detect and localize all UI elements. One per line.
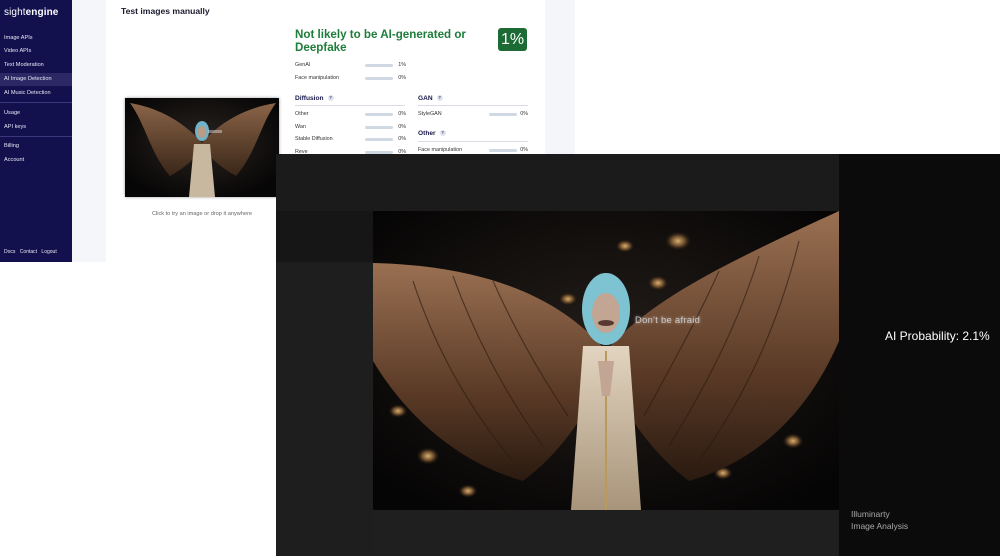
brand-light-text: sight — [4, 7, 26, 18]
row-label: Other — [295, 111, 309, 117]
overlay-bottom-band — [373, 510, 839, 556]
row-value: 0% — [398, 136, 406, 143]
diffusion-row: Other 0% — [295, 110, 407, 120]
contact-link[interactable]: Contact — [20, 249, 37, 255]
row-bar — [365, 64, 393, 67]
diffusion-row: Stable Diffusion 0% — [295, 135, 407, 145]
credit-brand: Illuminarty — [851, 509, 890, 519]
sidebar-item-ai-image-detection[interactable]: AI Image Detection — [0, 73, 72, 86]
analysis-credit: Illuminarty Image Analysis — [851, 509, 908, 532]
sidebar-item-text-moderation[interactable]: Text Moderation — [0, 59, 72, 72]
row-label: Wan — [295, 123, 306, 130]
sidebar: sightengine Image APIs Video APIs Text M… — [0, 0, 72, 262]
row-label: Face manipulation — [418, 147, 463, 153]
angel-image — [373, 211, 839, 510]
verdict-heading: Not likely to be AI-generated or Deepfak… — [295, 28, 466, 54]
diffusion-title: Diffusion — [295, 95, 324, 102]
row-value: 0% — [398, 111, 406, 117]
brand-logo[interactable]: sightengine — [4, 7, 58, 18]
image-caption: Don't be afraid — [635, 314, 701, 325]
row-label: Face manipulation — [295, 75, 340, 81]
row-value: 1% — [398, 62, 406, 68]
row-label: StyleGAN — [418, 111, 442, 117]
diffusion-divider — [295, 105, 405, 106]
gan-help-icon[interactable]: ? — [436, 95, 443, 101]
row-bar — [365, 113, 393, 116]
row-value: 0% — [520, 111, 528, 117]
sidebar-item-api-keys[interactable]: API keys — [0, 121, 72, 134]
other-help-icon[interactable]: ? — [439, 130, 446, 136]
row-label: GenAI — [295, 62, 311, 68]
row-value: 0% — [398, 75, 406, 81]
row-bar — [489, 113, 517, 116]
row-value: 0% — [520, 147, 528, 153]
row-bar — [365, 125, 393, 129]
sidebar-footer: Docs Contact Logout — [4, 249, 60, 255]
overlay-left-panel — [276, 262, 373, 556]
sidebar-divider — [0, 136, 72, 137]
sidebar-divider — [0, 102, 72, 103]
illuminarty-analysis-window: Don't be afraid AI Probability: 2.1% Ill… — [276, 154, 1000, 556]
drop-hint: Click to try an image or drop it anywher… — [151, 211, 253, 217]
brand-bold-text: engine — [25, 7, 59, 18]
other-title: Other — [418, 130, 436, 137]
row-bar — [365, 77, 393, 80]
gan-row-stylegan: StyleGAN 0% — [418, 110, 530, 120]
credit-subtitle: Image Analysis — [851, 520, 909, 531]
row-bar — [489, 149, 517, 152]
sidebar-item-account[interactable]: Account — [0, 154, 72, 167]
row-bar — [365, 138, 393, 142]
logout-link[interactable]: Logout — [41, 249, 56, 255]
diffusion-help-icon[interactable]: ? — [327, 95, 334, 101]
other-divider — [418, 141, 528, 142]
overlay-top-band — [276, 154, 839, 211]
diffusion-heading: Diffusion? — [295, 95, 334, 102]
page-title: Test images manually — [121, 6, 210, 16]
score-badge: 1% — [498, 28, 527, 51]
row-value: 0% — [398, 123, 406, 130]
diffusion-row: Wan 0% — [295, 123, 407, 133]
overlay-side-panel — [839, 154, 1000, 556]
analyzed-image — [373, 211, 839, 510]
angel-image-thumbnail — [125, 98, 279, 197]
gan-heading: GAN? — [418, 95, 443, 102]
row-label: Stable Diffusion — [295, 136, 333, 143]
ai-probability-readout: AI Probability: 2.1% — [885, 329, 990, 343]
sidebar-item-image-apis[interactable]: Image APIs — [0, 32, 72, 45]
sidebar-item-video-apis[interactable]: Video APIs — [0, 45, 72, 58]
summary-row-genai: GenAI 1% — [295, 61, 407, 71]
sidebar-item-ai-music-detection[interactable]: AI Music Detection — [0, 87, 72, 100]
summary-row-face-manipulation: Face manipulation 0% — [295, 74, 407, 84]
uploaded-image-thumbnail[interactable] — [125, 98, 279, 197]
docs-link[interactable]: Docs — [4, 249, 15, 255]
gan-title: GAN — [418, 95, 433, 102]
gan-divider — [418, 105, 528, 106]
sidebar-item-usage[interactable]: Usage — [0, 107, 72, 120]
sidebar-item-billing[interactable]: Billing — [0, 140, 72, 153]
other-heading: Other? — [418, 130, 446, 137]
